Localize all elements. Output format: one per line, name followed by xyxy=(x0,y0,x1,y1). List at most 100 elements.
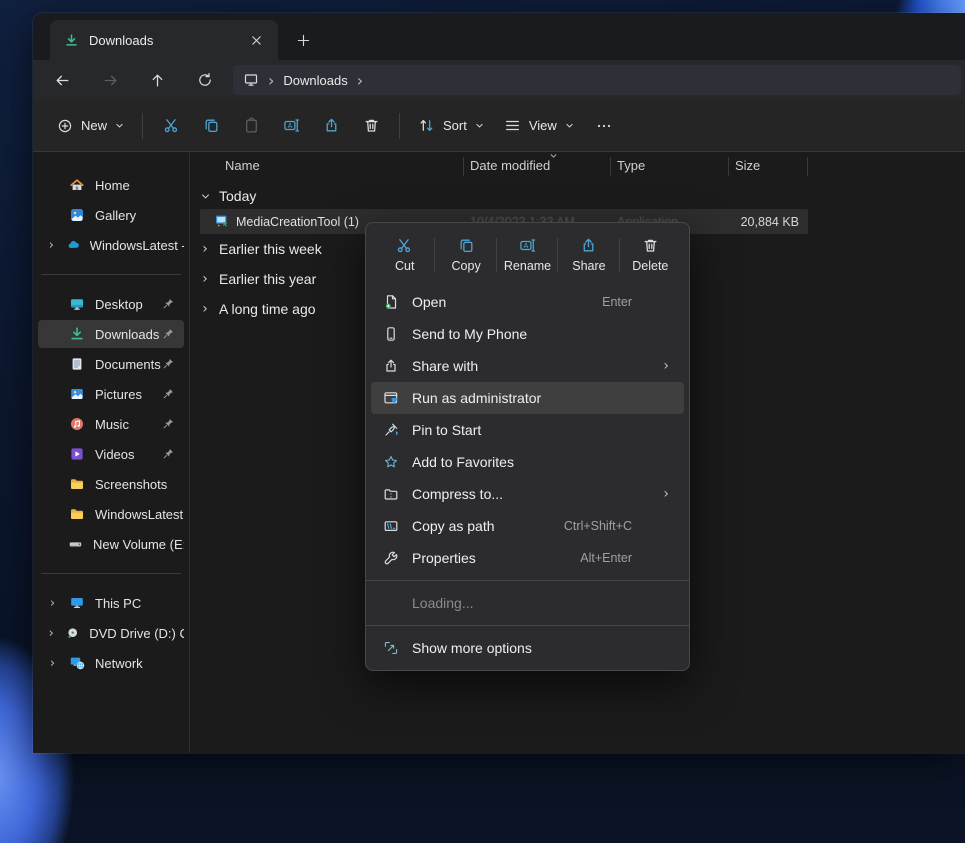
sidebar-divider xyxy=(41,274,181,275)
rename-button[interactable]: A xyxy=(271,108,311,144)
run-as-admin-shield-icon xyxy=(383,390,399,406)
open-file-icon xyxy=(383,294,399,310)
submenu-chevron-icon: › xyxy=(663,358,669,374)
sidebar-item-documents[interactable]: Documents xyxy=(38,350,184,378)
breadcrumb-chevron-icon[interactable]: › xyxy=(357,71,363,90)
folder-icon xyxy=(69,476,85,492)
gallery-icon xyxy=(69,207,85,223)
sidebar-item-home[interactable]: Home xyxy=(38,171,184,199)
column-separator[interactable] xyxy=(807,157,808,176)
copy-button[interactable]: Copy xyxy=(435,228,496,282)
menu-item-label: Copy as path xyxy=(412,518,495,534)
trash-icon xyxy=(642,237,659,254)
expand-chevron-icon[interactable]: › xyxy=(46,626,56,641)
copy-as-path-icon xyxy=(383,518,399,534)
new-button[interactable]: New xyxy=(47,108,134,144)
menu-item-copy-as-path[interactable]: Copy as path Ctrl+Shift+C xyxy=(371,510,684,542)
breadcrumb-location[interactable]: Downloads xyxy=(283,73,347,88)
sort-button-label: Sort xyxy=(443,118,467,133)
sidebar-item-label: Desktop xyxy=(95,297,143,312)
rename-icon: A xyxy=(519,237,536,254)
tab-close-icon[interactable] xyxy=(244,28,268,52)
share-button[interactable]: Share xyxy=(558,228,619,282)
cut-button[interactable]: Cut xyxy=(374,228,435,282)
sidebar-item-this-pc[interactable]: › This PC xyxy=(38,589,184,617)
menu-item-run-as-administrator[interactable]: Run as administrator xyxy=(371,382,684,414)
pin-icon xyxy=(162,447,175,460)
menu-item-label: Compress to... xyxy=(412,486,503,502)
group-header-today[interactable]: Today xyxy=(199,184,256,208)
wallpaper-bloom-top-right xyxy=(875,0,965,14)
sidebar-item-label: Gallery xyxy=(95,208,136,223)
copy-button[interactable] xyxy=(191,108,231,144)
expand-chevron-icon[interactable]: › xyxy=(46,238,57,253)
sidebar-item-downloads[interactable]: Downloads xyxy=(38,320,184,348)
sidebar-item-dvd-drive[interactable]: › DVD Drive (D:) CCC xyxy=(38,619,184,647)
file-size: 20,884 KB xyxy=(741,215,799,229)
see-more-button[interactable] xyxy=(584,108,624,144)
column-header-type[interactable]: Type xyxy=(617,158,645,173)
refresh-button[interactable] xyxy=(189,65,221,95)
sidebar-item-desktop[interactable]: Desktop xyxy=(38,290,184,318)
delete-button[interactable]: Delete xyxy=(620,228,681,282)
sidebar-item-gallery[interactable]: Gallery xyxy=(38,201,184,229)
expand-chevron-icon[interactable]: › xyxy=(199,301,211,317)
pin-icon xyxy=(162,327,175,340)
sidebar-item-music[interactable]: Music xyxy=(38,410,184,438)
menu-item-properties[interactable]: Properties Alt+Enter xyxy=(371,542,684,574)
column-header-size[interactable]: Size xyxy=(735,158,760,173)
column-header-date-modified[interactable]: Date modified xyxy=(470,158,550,173)
group-header-a-long-time-ago[interactable]: › A long time ago xyxy=(199,297,316,321)
expand-chevron-icon[interactable]: › xyxy=(199,271,211,287)
paste-button[interactable] xyxy=(231,108,271,144)
up-button[interactable] xyxy=(141,65,173,95)
expand-chevron-icon[interactable]: › xyxy=(46,656,59,671)
sidebar-item-label: Pictures xyxy=(95,387,142,402)
menu-item-pin-to-start[interactable]: Pin to Start xyxy=(371,414,684,446)
cut-button[interactable] xyxy=(151,108,191,144)
sort-button[interactable]: Sort xyxy=(408,108,494,144)
menu-item-share-with[interactable]: Share with › xyxy=(371,350,684,382)
group-header-earlier-this-week[interactable]: › Earlier this week xyxy=(199,237,322,261)
sidebar-item-screenshots[interactable]: Screenshots xyxy=(38,470,184,498)
sidebar-item-network[interactable]: › Network xyxy=(38,649,184,677)
new-tab-button[interactable] xyxy=(289,27,317,53)
sidebar-item-windowslatest-folder[interactable]: WindowsLatest xyxy=(38,500,184,528)
back-button[interactable] xyxy=(46,65,78,95)
music-icon xyxy=(69,416,85,432)
show-more-options-icon xyxy=(383,640,399,656)
tab-downloads[interactable]: Downloads xyxy=(50,20,278,60)
column-separator[interactable] xyxy=(610,157,611,176)
group-header-earlier-this-year[interactable]: › Earlier this year xyxy=(199,267,316,291)
view-button[interactable]: View xyxy=(494,108,584,144)
collapse-chevron-icon[interactable] xyxy=(199,191,211,202)
menu-item-open[interactable]: Open Enter xyxy=(371,286,684,318)
delete-button[interactable] xyxy=(351,108,391,144)
download-icon xyxy=(69,326,85,342)
sidebar-divider xyxy=(41,573,181,574)
expand-chevron-icon[interactable]: › xyxy=(199,241,211,257)
sidebar-item-videos[interactable]: Videos xyxy=(38,440,184,468)
address-bar[interactable]: › Downloads › xyxy=(233,65,961,95)
share-button[interactable] xyxy=(311,108,351,144)
menu-item-add-to-favorites[interactable]: Add to Favorites xyxy=(371,446,684,478)
group-label: A long time ago xyxy=(219,301,316,317)
share-icon xyxy=(580,237,597,254)
forward-button[interactable] xyxy=(94,65,126,95)
expand-chevron-icon[interactable]: › xyxy=(46,596,59,611)
rename-button[interactable]: A Rename xyxy=(497,228,558,282)
sidebar-item-pictures[interactable]: Pictures xyxy=(38,380,184,408)
column-header-name[interactable]: Name xyxy=(225,158,260,173)
sidebar-item-new-volume[interactable]: New Volume (E:) xyxy=(38,530,184,558)
sidebar-item-onedrive[interactable]: › WindowsLatest - Pe xyxy=(38,231,184,259)
menu-item-shortcut: Enter xyxy=(602,295,632,309)
menu-item-compress-to[interactable]: Compress to... › xyxy=(371,478,684,510)
column-separator[interactable] xyxy=(463,157,464,176)
menu-item-show-more-options[interactable]: Show more options xyxy=(371,632,684,664)
group-label: Earlier this year xyxy=(219,271,316,287)
menu-item-send-to-my-phone[interactable]: Send to My Phone xyxy=(371,318,684,350)
column-separator[interactable] xyxy=(728,157,729,176)
wrench-icon xyxy=(383,550,399,566)
sidebar-item-label: Downloads xyxy=(95,327,159,342)
share-icon xyxy=(383,358,399,374)
